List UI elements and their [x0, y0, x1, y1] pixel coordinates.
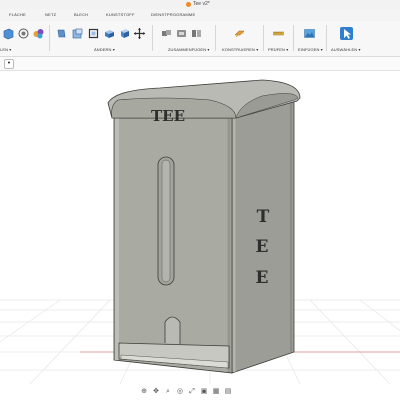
offset-plane-icon[interactable] [233, 27, 246, 40]
as-built-joint-icon[interactable] [190, 27, 203, 40]
group-label-construct[interactable]: KONSTRUIEREN ▾ [222, 47, 258, 52]
front-engraving: TEE [151, 107, 185, 125]
ribbon-separator [49, 25, 50, 51]
fillet-icon[interactable] [71, 27, 84, 40]
press-pull-icon[interactable] [55, 27, 68, 40]
canvas-viewport[interactable]: TEE T E E [0, 71, 400, 384]
group-label-assemble[interactable]: ZUSAMMENFÜGEN ▾ [168, 47, 210, 52]
display-icon[interactable]: ▣ [200, 388, 208, 396]
form-tool-icon[interactable] [32, 27, 45, 40]
tab-blech[interactable]: BLECH [74, 12, 88, 17]
document-title-text: Tee v2* [193, 1, 210, 7]
group-label-select[interactable]: AUSWÄHLEN ▾ [331, 47, 361, 52]
finger-notch [164, 316, 181, 344]
ribbon-separator [152, 25, 153, 51]
insert-image-icon[interactable] [303, 27, 316, 40]
select-cursor-icon[interactable] [340, 27, 353, 40]
tab-dienstprogramme[interactable]: DIENSTPROGRAMME [151, 12, 195, 17]
ribbon-separator [215, 25, 216, 51]
document-icon [186, 1, 191, 7]
side-letter-1: T [257, 207, 270, 227]
joint-icon[interactable] [175, 27, 188, 40]
sphere-tool-icon[interactable] [17, 27, 30, 40]
workspace-tabs: FLÄCHE NETZ BLECH KUNSTSTOFF DIENSTPROGR… [0, 9, 400, 21]
align-icon[interactable] [118, 27, 131, 40]
box-tool-icon[interactable] [2, 27, 15, 40]
toolbar-ribbon: LEN ▾ ÄNDERN ▾ ZUSAMMENFÜGEN ▾ KONSTRUIE… [0, 21, 400, 57]
document-title: Tee v2* [186, 1, 210, 7]
grid-icon[interactable]: ▦ [212, 388, 220, 396]
group-label-inspect[interactable]: PRÜFEN ▾ [268, 47, 288, 52]
tab-netz[interactable]: NETZ [45, 12, 56, 17]
browser-toggle-button[interactable]: • [4, 59, 14, 69]
look-icon[interactable]: ◎ [176, 388, 184, 396]
fit-icon[interactable]: ⤢ [188, 388, 196, 396]
side-face [231, 96, 295, 374]
model-canvas: TEE T E E [0, 79, 400, 384]
view-icon[interactable]: ▤ [224, 388, 232, 396]
navigation-bar: ⊕ ✥ ⌕ ◎ ⤢ ▣ ▦ ▤ [0, 384, 400, 400]
group-label-modify[interactable]: ÄNDERN ▾ [94, 47, 115, 52]
group-label-insert[interactable]: EINFÜGEN ▾ [298, 47, 323, 52]
ribbon-separator [326, 25, 327, 51]
browser-strip: • [0, 57, 400, 71]
combine-icon[interactable] [103, 27, 116, 40]
move-icon[interactable] [133, 27, 146, 40]
group-label-create[interactable]: LEN ▾ [0, 47, 11, 52]
zoom-icon[interactable]: ⌕ [164, 388, 172, 396]
title-bar: Tee v2* [0, 0, 400, 9]
shell-icon[interactable] [87, 27, 100, 40]
tab-kunststoff[interactable]: KUNSTSTOFF [106, 12, 135, 17]
tab-flaeche[interactable]: FLÄCHE [9, 12, 26, 17]
ribbon-separator [263, 25, 264, 51]
orbit-icon[interactable]: ⊕ [140, 388, 148, 396]
ribbon-separator [293, 25, 294, 51]
view-slot-inner [161, 159, 171, 283]
new-component-icon[interactable] [160, 27, 173, 40]
fusion-app: Tee v2* FLÄCHE NETZ BLECH KUNSTSTOFF DIE… [0, 0, 400, 400]
navigation-tools: ⊕ ✥ ⌕ ◎ ⤢ ▣ ▦ ▤ [140, 387, 232, 397]
side-letter-2: E [256, 237, 269, 257]
measure-icon[interactable] [272, 27, 285, 40]
side-letter-3: E [256, 268, 269, 288]
pan-icon[interactable]: ✥ [152, 388, 160, 396]
